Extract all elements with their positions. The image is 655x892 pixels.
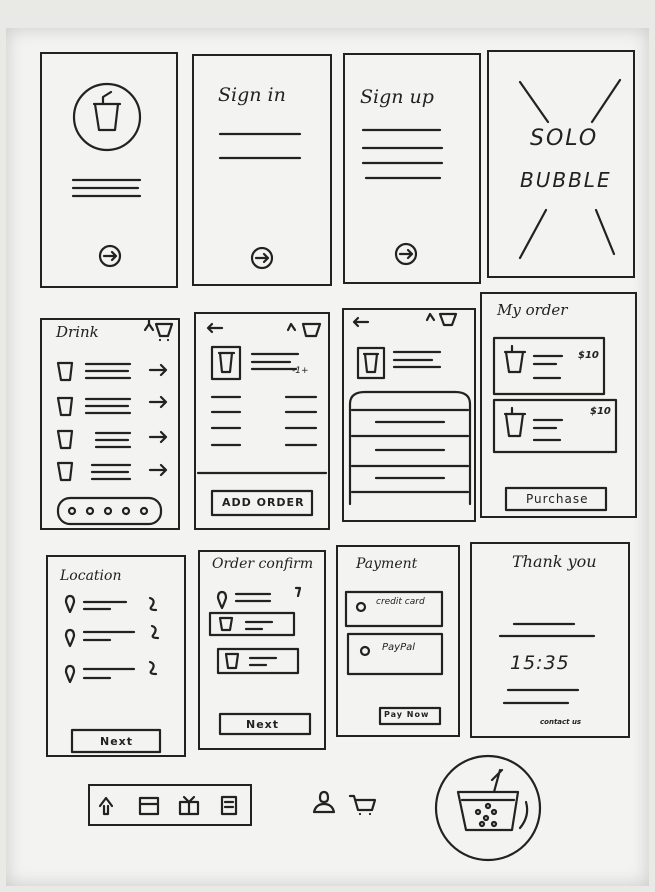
cup-icon xyxy=(92,90,122,132)
bubble-tea-cup-icon xyxy=(456,768,520,832)
sketch-drawing xyxy=(56,78,622,862)
credit-card-option xyxy=(344,590,444,628)
store-icon xyxy=(138,796,160,816)
radio-paypal xyxy=(359,645,371,657)
pay-now-button xyxy=(378,706,442,726)
profile-icon xyxy=(312,790,336,814)
profile-mini-icon xyxy=(143,318,155,332)
drink-tab-bar xyxy=(56,496,163,526)
order-confirm-next-button xyxy=(218,712,312,736)
drink-list xyxy=(56,361,168,482)
back-arrow-icon xyxy=(206,322,224,334)
confirm-item-2 xyxy=(216,647,300,675)
cart-icon xyxy=(348,794,377,816)
menu-icon xyxy=(220,795,238,816)
purchase-button xyxy=(504,486,608,512)
order-card-1 xyxy=(492,336,606,396)
home-icon xyxy=(98,796,114,816)
location-next-button xyxy=(70,728,162,754)
option-sheet xyxy=(348,390,472,506)
radio-credit-card xyxy=(355,601,367,613)
gift-icon xyxy=(178,795,200,816)
add-order-button xyxy=(210,489,314,517)
confirm-item-1 xyxy=(208,611,296,637)
cart-mini-icon xyxy=(154,322,174,342)
location-pin-icon xyxy=(64,594,76,614)
